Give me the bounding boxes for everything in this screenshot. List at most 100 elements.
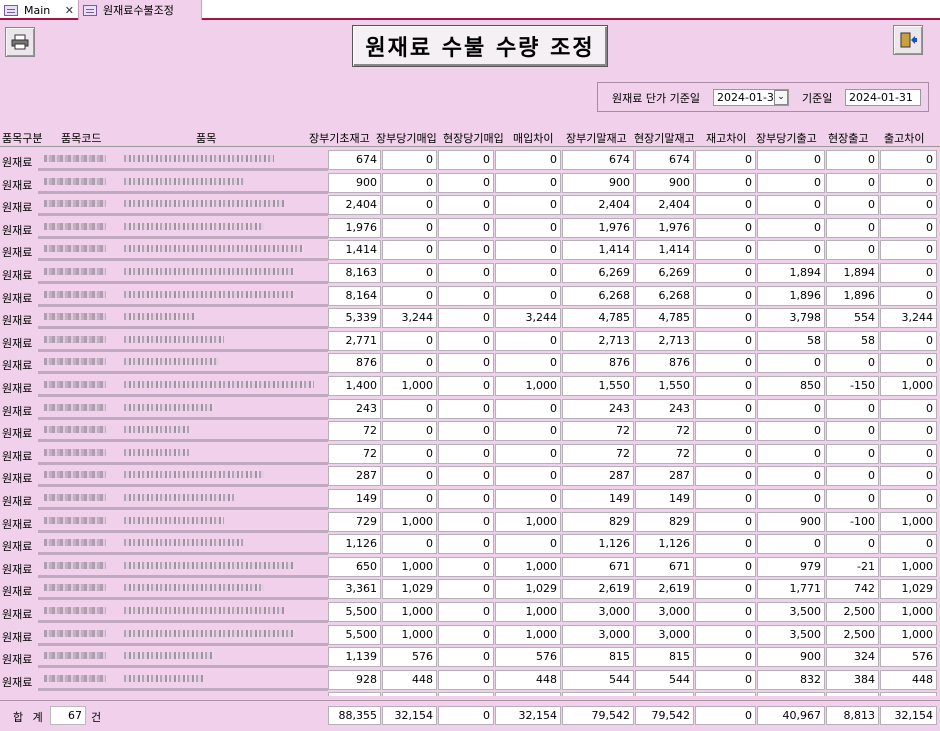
table-cell[interactable]: 0 (438, 308, 494, 329)
table-cell[interactable]: 0 (880, 421, 937, 442)
table-cell[interactable]: 8,163 (328, 263, 381, 283)
tab-main[interactable]: Main ✕ (0, 0, 78, 20)
table-cell[interactable]: 0 (826, 150, 879, 170)
print-button[interactable] (5, 27, 35, 57)
table-cell[interactable]: 58 (826, 330, 879, 351)
table-cell[interactable]: 6,269 (562, 263, 634, 283)
table-row[interactable]: 원재료 1,976 0 0 0 1,976 1,976 0 0 0 0 (0, 217, 940, 240)
table-cell[interactable]: 0 (495, 489, 561, 509)
table-cell[interactable]: 1,029 (382, 579, 437, 600)
table-cell[interactable]: 0 (438, 443, 494, 464)
table-cell[interactable]: 72 (635, 421, 694, 442)
table-cell[interactable]: 1,976 (328, 217, 381, 238)
table-cell[interactable]: 2,713 (562, 330, 634, 351)
table-cell[interactable]: 0 (382, 172, 437, 193)
table-cell[interactable]: 815 (562, 647, 634, 668)
table-cell[interactable]: 544 (635, 669, 694, 690)
table-cell[interactable]: 149 (635, 489, 694, 509)
table-cell[interactable]: 1,000 (495, 556, 561, 577)
table-cell[interactable]: 540 (495, 692, 561, 696)
table-row[interactable]: 원재료 1,139 576 0 576 815 815 0 900 324 576 (0, 646, 940, 669)
table-cell[interactable]: 544 (562, 669, 634, 690)
table-cell[interactable]: 0 (695, 443, 756, 464)
table-cell[interactable]: 1,029 (880, 579, 937, 600)
table-cell[interactable]: 0 (438, 421, 494, 442)
table-cell[interactable]: 0 (695, 556, 756, 577)
table-cell[interactable]: 0 (695, 330, 756, 351)
table-row[interactable]: 원재료 8,164 0 0 0 6,268 6,268 0 1,896 1,896 0 (0, 285, 940, 308)
table-cell[interactable]: 0 (695, 511, 756, 532)
table-cell[interactable]: 0 (826, 534, 879, 555)
table-cell[interactable]: 0 (382, 330, 437, 351)
table-cell[interactable]: 0 (438, 398, 494, 419)
table-cell[interactable]: 1,000 (382, 602, 437, 622)
table-cell[interactable]: 1,414 (562, 240, 634, 261)
table-cell[interactable]: 0 (826, 466, 879, 487)
table-row[interactable]: 원재료 2,404 0 0 0 2,404 2,404 0 0 0 0 (0, 194, 940, 217)
table-cell[interactable]: 0 (438, 579, 494, 600)
table-cell[interactable]: 0 (495, 150, 561, 170)
table-cell[interactable]: 0 (757, 443, 825, 464)
table-cell[interactable]: 1,126 (328, 534, 381, 555)
table-cell[interactable]: 2,771 (328, 330, 381, 351)
table-cell[interactable]: 0 (826, 353, 879, 374)
table-cell[interactable]: 720 (328, 692, 381, 696)
table-cell[interactable]: 671 (635, 556, 694, 577)
table-cell[interactable]: 1,000 (382, 511, 437, 532)
table-cell[interactable]: 0 (495, 353, 561, 374)
table-cell[interactable]: 630 (757, 692, 825, 696)
table-cell[interactable]: 0 (438, 647, 494, 668)
table-cell[interactable]: 0 (382, 534, 437, 555)
table-cell[interactable]: 243 (562, 398, 634, 419)
table-cell[interactable]: 0 (495, 217, 561, 238)
table-cell[interactable]: 0 (438, 285, 494, 306)
table-cell[interactable]: 829 (562, 511, 634, 532)
table-cell[interactable]: 0 (880, 195, 937, 216)
table-cell[interactable]: 850 (757, 376, 825, 396)
table-cell[interactable]: 72 (562, 421, 634, 442)
table-cell[interactable]: 0 (695, 647, 756, 668)
table-cell[interactable]: 3,000 (562, 624, 634, 645)
table-cell[interactable]: 0 (438, 466, 494, 487)
table-cell[interactable]: 287 (562, 466, 634, 487)
table-cell[interactable]: 2,500 (826, 602, 879, 622)
table-row[interactable]: 원재료 287 0 0 0 287 287 0 0 0 0 (0, 465, 940, 488)
table-cell[interactable]: 0 (438, 534, 494, 555)
table-cell[interactable]: 0 (382, 398, 437, 419)
table-cell[interactable]: 0 (695, 692, 756, 696)
table-cell[interactable]: 1,000 (880, 556, 937, 577)
table-cell[interactable]: 0 (695, 353, 756, 374)
table-cell[interactable]: 3,000 (635, 602, 694, 622)
table-cell[interactable]: 742 (826, 579, 879, 600)
table-row[interactable]: 원재료 2,771 0 0 0 2,713 2,713 0 58 58 0 (0, 330, 940, 353)
table-cell[interactable]: 900 (635, 172, 694, 193)
table-cell[interactable]: -21 (826, 556, 879, 577)
table-cell[interactable]: 1,029 (495, 579, 561, 600)
table-row[interactable]: 원재료 674 0 0 0 674 674 0 0 0 0 (0, 149, 940, 172)
table-cell[interactable]: 0 (826, 172, 879, 193)
table-cell[interactable]: 0 (438, 602, 494, 622)
table-cell[interactable]: 674 (562, 150, 634, 170)
table-cell[interactable]: 0 (757, 195, 825, 216)
table-cell[interactable]: 829 (635, 511, 694, 532)
table-cell[interactable]: 876 (635, 353, 694, 374)
table-cell[interactable]: 0 (382, 489, 437, 509)
table-cell[interactable]: 0 (438, 624, 494, 645)
table-cell[interactable]: 2,619 (562, 579, 634, 600)
table-cell[interactable]: 0 (695, 172, 756, 193)
table-cell[interactable]: 6,268 (562, 285, 634, 306)
table-cell[interactable]: 0 (495, 285, 561, 306)
table-cell[interactable]: 4,785 (635, 308, 694, 329)
table-cell[interactable]: 0 (880, 217, 937, 238)
table-cell[interactable]: 832 (757, 669, 825, 690)
chevron-down-icon[interactable]: ⌄ (774, 90, 788, 105)
table-cell[interactable]: 0 (438, 217, 494, 238)
table-cell[interactable]: 149 (562, 489, 634, 509)
table-row[interactable]: 원재료 729 1,000 0 1,000 829 829 0 900 -100 1,000 (0, 511, 940, 534)
table-cell[interactable]: 0 (695, 240, 756, 261)
table-cell[interactable]: 448 (880, 669, 937, 690)
table-cell[interactable]: 0 (695, 308, 756, 329)
table-cell[interactable]: 0 (880, 330, 937, 351)
table-cell[interactable]: 1,000 (495, 511, 561, 532)
table-cell[interactable]: 3,500 (757, 624, 825, 645)
